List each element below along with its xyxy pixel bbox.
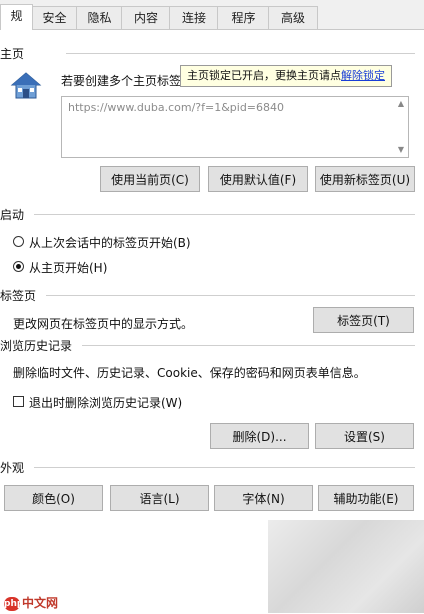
- radio-home-label: 从主页开始(H): [29, 261, 108, 275]
- tab-strip: 规 安全 隐私 内容 连接 程序 高级: [0, 4, 424, 30]
- tabs-section-title: 标签页: [0, 289, 37, 303]
- tab-general[interactable]: 规: [0, 4, 33, 30]
- home-icon: [10, 70, 42, 102]
- tab-advanced[interactable]: 高级: [268, 6, 318, 29]
- colors-button[interactable]: 颜色(O): [4, 485, 103, 511]
- tabs-button[interactable]: 标签页(T): [313, 307, 414, 333]
- tab-security[interactable]: 安全: [31, 6, 78, 29]
- history-section-title: 浏览历史记录: [0, 339, 73, 353]
- homepage-url-value: https://www.duba.com/?f=1&pid=6840: [68, 101, 285, 114]
- tooltip-text: 主页锁定已开启，更换主页请点: [187, 69, 341, 82]
- home-description: 若要创建多个主页标签: [61, 74, 182, 88]
- appearance-section-title: 外观: [0, 461, 25, 475]
- tabs-separator: [46, 295, 415, 296]
- lock-tooltip: 主页锁定已开启，更换主页请点解除锁定: [180, 65, 392, 87]
- delete-button[interactable]: 删除(D)...: [210, 423, 309, 449]
- radio-last-session-label: 从上次会话中的标签页开始(B): [29, 236, 191, 250]
- delete-history-checkbox-label: 退出时删除浏览历史记录(W): [29, 396, 183, 410]
- unlock-link[interactable]: 解除锁定: [341, 69, 385, 82]
- radio-home[interactable]: [13, 261, 24, 272]
- languages-button[interactable]: 语言(L): [110, 485, 209, 511]
- homepage-url-field[interactable]: https://www.duba.com/?f=1&pid=6840 ▲ ▼: [61, 96, 409, 158]
- scroll-up-icon[interactable]: ▲: [396, 99, 406, 109]
- startup-separator: [34, 214, 415, 215]
- watermark-logo: php中文网: [4, 595, 58, 611]
- watermark-badge: php: [4, 596, 24, 611]
- blurred-region: [268, 520, 424, 613]
- use-default-button[interactable]: 使用默认值(F): [208, 166, 308, 192]
- radio-last-session[interactable]: [13, 236, 24, 247]
- use-newtab-button[interactable]: 使用新标签页(U): [315, 166, 415, 192]
- use-current-button[interactable]: 使用当前页(C): [100, 166, 200, 192]
- history-description: 删除临时文件、历史记录、Cookie、保存的密码和网页表单信息。: [13, 366, 366, 380]
- home-section-title: 主页: [0, 47, 25, 61]
- startup-section-title: 启动: [0, 208, 25, 222]
- tab-connections[interactable]: 连接: [169, 6, 219, 29]
- appearance-separator: [34, 467, 415, 468]
- accessibility-button[interactable]: 辅助功能(E): [318, 485, 414, 511]
- history-separator: [82, 345, 415, 346]
- tab-programs[interactable]: 程序: [217, 6, 270, 29]
- tab-privacy[interactable]: 隐私: [76, 6, 123, 29]
- watermark-text: 中文网: [22, 596, 59, 610]
- tab-content[interactable]: 内容: [121, 6, 171, 29]
- fonts-button[interactable]: 字体(N): [214, 485, 313, 511]
- tabs-description: 更改网页在标签页中的显示方式。: [13, 317, 194, 331]
- delete-history-checkbox[interactable]: [13, 396, 24, 407]
- history-settings-button[interactable]: 设置(S): [315, 423, 414, 449]
- scroll-down-icon[interactable]: ▼: [396, 145, 406, 155]
- home-separator: [66, 53, 415, 54]
